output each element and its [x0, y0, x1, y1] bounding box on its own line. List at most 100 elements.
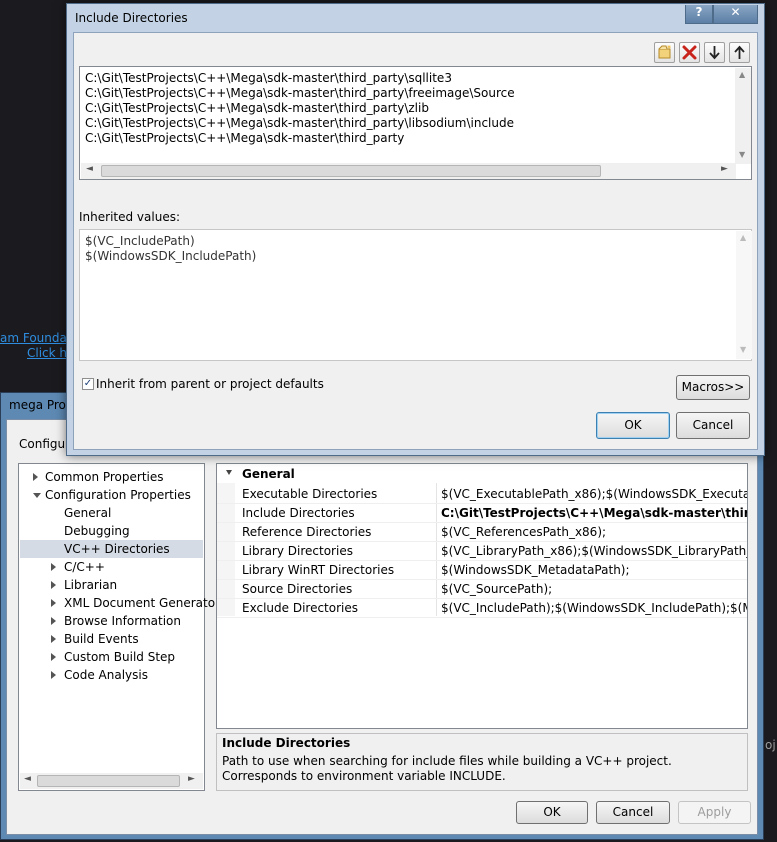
checkmark-icon: ✓	[83, 378, 93, 389]
directory-entry[interactable]: C:\Git\TestProjects\C++\Mega\sdk-master\…	[85, 116, 514, 131]
tree-item[interactable]: Browse Information	[20, 612, 203, 630]
help-button[interactable]: ?	[685, 5, 713, 24]
scroll-right-icon[interactable]: ►	[188, 774, 195, 784]
tree-item[interactable]: Librarian	[20, 576, 203, 594]
list-hscrollbar[interactable]: ◄ ►	[81, 163, 736, 179]
property-tree[interactable]: Common Properties Configuration Propertie…	[18, 463, 220, 791]
tree-item[interactable]: C/C++	[20, 558, 203, 576]
grid-category-label: General	[242, 467, 295, 481]
inherited-vscrollbar: ▲ ▼	[736, 231, 752, 359]
list-scroll-right-icon[interactable]: ►	[721, 164, 728, 174]
directory-entry[interactable]: C:\Git\TestProjects\C++\Mega\sdk-master\…	[85, 71, 452, 86]
tree-item[interactable]: Custom Build Step	[20, 648, 203, 666]
collapsed-arrow-icon[interactable]	[51, 653, 56, 661]
description-text: Path to use when searching for include f…	[222, 754, 672, 783]
grid-row[interactable]: Reference Directories $(VC_ReferencesPath…	[217, 523, 747, 542]
svg-text:*: *	[667, 44, 671, 53]
description-panel: Include Directories Path to use when sea…	[216, 733, 748, 791]
tree-item[interactable]: Code Analysis	[20, 666, 203, 684]
new-line-button[interactable]: *	[654, 42, 675, 63]
grid-row-value[interactable]: $(VC_ReferencesPath_x86);	[441, 525, 606, 539]
grid-row-name: Source Directories	[242, 582, 353, 596]
tree-item[interactable]: Common Properties	[20, 468, 203, 486]
tree-item[interactable]: Debugging	[20, 522, 203, 540]
property-ok-button[interactable]: OK	[516, 801, 588, 824]
tree-item[interactable]: XML Document Generator	[20, 594, 220, 612]
configuration-label: Configur	[19, 437, 71, 451]
directory-entry[interactable]: C:\Git\TestProjects\C++\Mega\sdk-master\…	[85, 131, 404, 146]
directory-entry[interactable]: C:\Git\TestProjects\C++\Mega\sdk-master\…	[85, 101, 429, 116]
list-vscrollbar[interactable]: ▲ ▼	[735, 68, 751, 164]
tree-item-label: Configuration Properties	[45, 488, 191, 502]
tree-item[interactable]: VC++ Directories	[20, 540, 203, 558]
grid-row[interactable]: Executable Directories $(VC_ExecutablePat…	[217, 485, 747, 504]
move-down-button[interactable]	[704, 42, 725, 63]
scroll-left-icon[interactable]: ◄	[24, 774, 31, 784]
grid-row-name: Reference Directories	[242, 525, 372, 539]
background-text-fragment: oj	[765, 738, 776, 752]
tree-item-label: Librarian	[64, 578, 118, 592]
move-up-icon	[734, 45, 745, 59]
tree-item-label: Custom Build Step	[64, 650, 176, 664]
grid-row-value[interactable]: C:\Git\TestProjects\C++\Mega\sdk-master\…	[441, 506, 747, 520]
inherited-value: $(VC_IncludePath)	[85, 234, 195, 248]
collapsed-arrow-icon[interactable]	[51, 617, 56, 625]
tree-item[interactable]: General	[20, 504, 203, 522]
dialog-ok-button[interactable]: OK	[596, 412, 670, 439]
delete-icon	[682, 45, 697, 60]
collapsed-arrow-icon[interactable]	[51, 563, 56, 571]
dialog-cancel-button[interactable]: Cancel	[676, 412, 750, 439]
list-scroll-left-icon[interactable]: ◄	[86, 164, 93, 174]
property-grid: General Executable Directories $(VC_Execu…	[216, 463, 748, 729]
tree-scroll-thumb[interactable]	[37, 775, 180, 787]
new-line-icon: *	[658, 44, 671, 59]
tree-item-label: VC++ Directories	[64, 542, 170, 556]
scroll-up-icon[interactable]: ▲	[739, 70, 745, 79]
collapsed-arrow-icon[interactable]	[33, 473, 38, 481]
property-cancel-button[interactable]: Cancel	[596, 801, 670, 824]
list-scroll-thumb[interactable]	[101, 165, 601, 177]
inherit-checkbox[interactable]: ✓	[82, 378, 94, 390]
tree-item-label: Browse Information	[64, 614, 181, 628]
tree-item[interactable]: Build Events	[20, 630, 203, 648]
grid-row-value[interactable]: $(VC_ExecutablePath_x86);$(WindowsSDK_Ex…	[441, 487, 747, 501]
close-button[interactable]: ✕	[713, 5, 758, 24]
grid-row-value[interactable]: $(VC_LibraryPath_x86);$(WindowsSDK_Libra…	[441, 544, 747, 558]
grid-category-general[interactable]: General	[217, 464, 747, 483]
scroll-down-icon[interactable]: ▼	[739, 150, 745, 159]
directory-list[interactable]: C:\Git\TestProjects\C++\Mega\sdk-master\…	[79, 66, 752, 180]
property-window-title: mega Prop	[9, 398, 74, 412]
help-icon: ?	[695, 5, 703, 19]
macros-button[interactable]: Macros>>	[676, 375, 750, 400]
grid-row-name: Include Directories	[242, 506, 355, 520]
inherited-values-label: Inherited values:	[79, 210, 180, 224]
tree-hscrollbar[interactable]: ◄ ►	[20, 773, 203, 789]
grid-row-value[interactable]: $(WindowsSDK_MetadataPath);	[441, 563, 630, 577]
apply-button[interactable]: Apply	[678, 801, 751, 824]
grid-row-name: Library Directories	[242, 544, 353, 558]
grid-row[interactable]: Library WinRT Directories $(WindowsSDK_Me…	[217, 561, 747, 580]
grid-row-value[interactable]: $(VC_IncludePath);$(WindowsSDK_IncludePa…	[441, 601, 747, 615]
tree-item[interactable]: Configuration Properties	[20, 486, 203, 504]
tree-item-label: Common Properties	[45, 470, 164, 484]
grid-row[interactable]: Source Directories $(VC_SourcePath);	[217, 580, 747, 599]
grid-row-name: Exclude Directories	[242, 601, 358, 615]
collapsed-arrow-icon[interactable]	[51, 635, 56, 643]
inherited-values-box: $(VC_IncludePath) $(WindowsSDK_IncludePat…	[79, 229, 752, 361]
collapse-icon[interactable]	[226, 470, 232, 475]
collapsed-arrow-icon[interactable]	[51, 581, 56, 589]
dialog-title: Include Directories	[75, 11, 188, 25]
collapsed-arrow-icon[interactable]	[51, 599, 56, 607]
grid-row[interactable]: Library Directories $(VC_LibraryPath_x86)…	[217, 542, 747, 561]
directory-entry[interactable]: C:\Git\TestProjects\C++\Mega\sdk-master\…	[85, 86, 515, 101]
grid-row[interactable]: Include Directories C:\Git\TestProjects\C…	[217, 504, 747, 523]
tree-item-label: Debugging	[64, 524, 130, 538]
move-up-button[interactable]	[729, 42, 750, 63]
inherit-checkbox-label[interactable]: Inherit from parent or project defaults	[96, 377, 324, 391]
delete-button[interactable]	[679, 42, 700, 63]
grid-row-value[interactable]: $(VC_SourcePath);	[441, 582, 552, 596]
expanded-arrow-icon[interactable]	[33, 493, 41, 498]
collapsed-arrow-icon[interactable]	[51, 671, 56, 679]
inherited-value: $(WindowsSDK_IncludePath)	[85, 249, 257, 263]
grid-row[interactable]: Exclude Directories $(VC_IncludePath);$(W…	[217, 599, 747, 618]
